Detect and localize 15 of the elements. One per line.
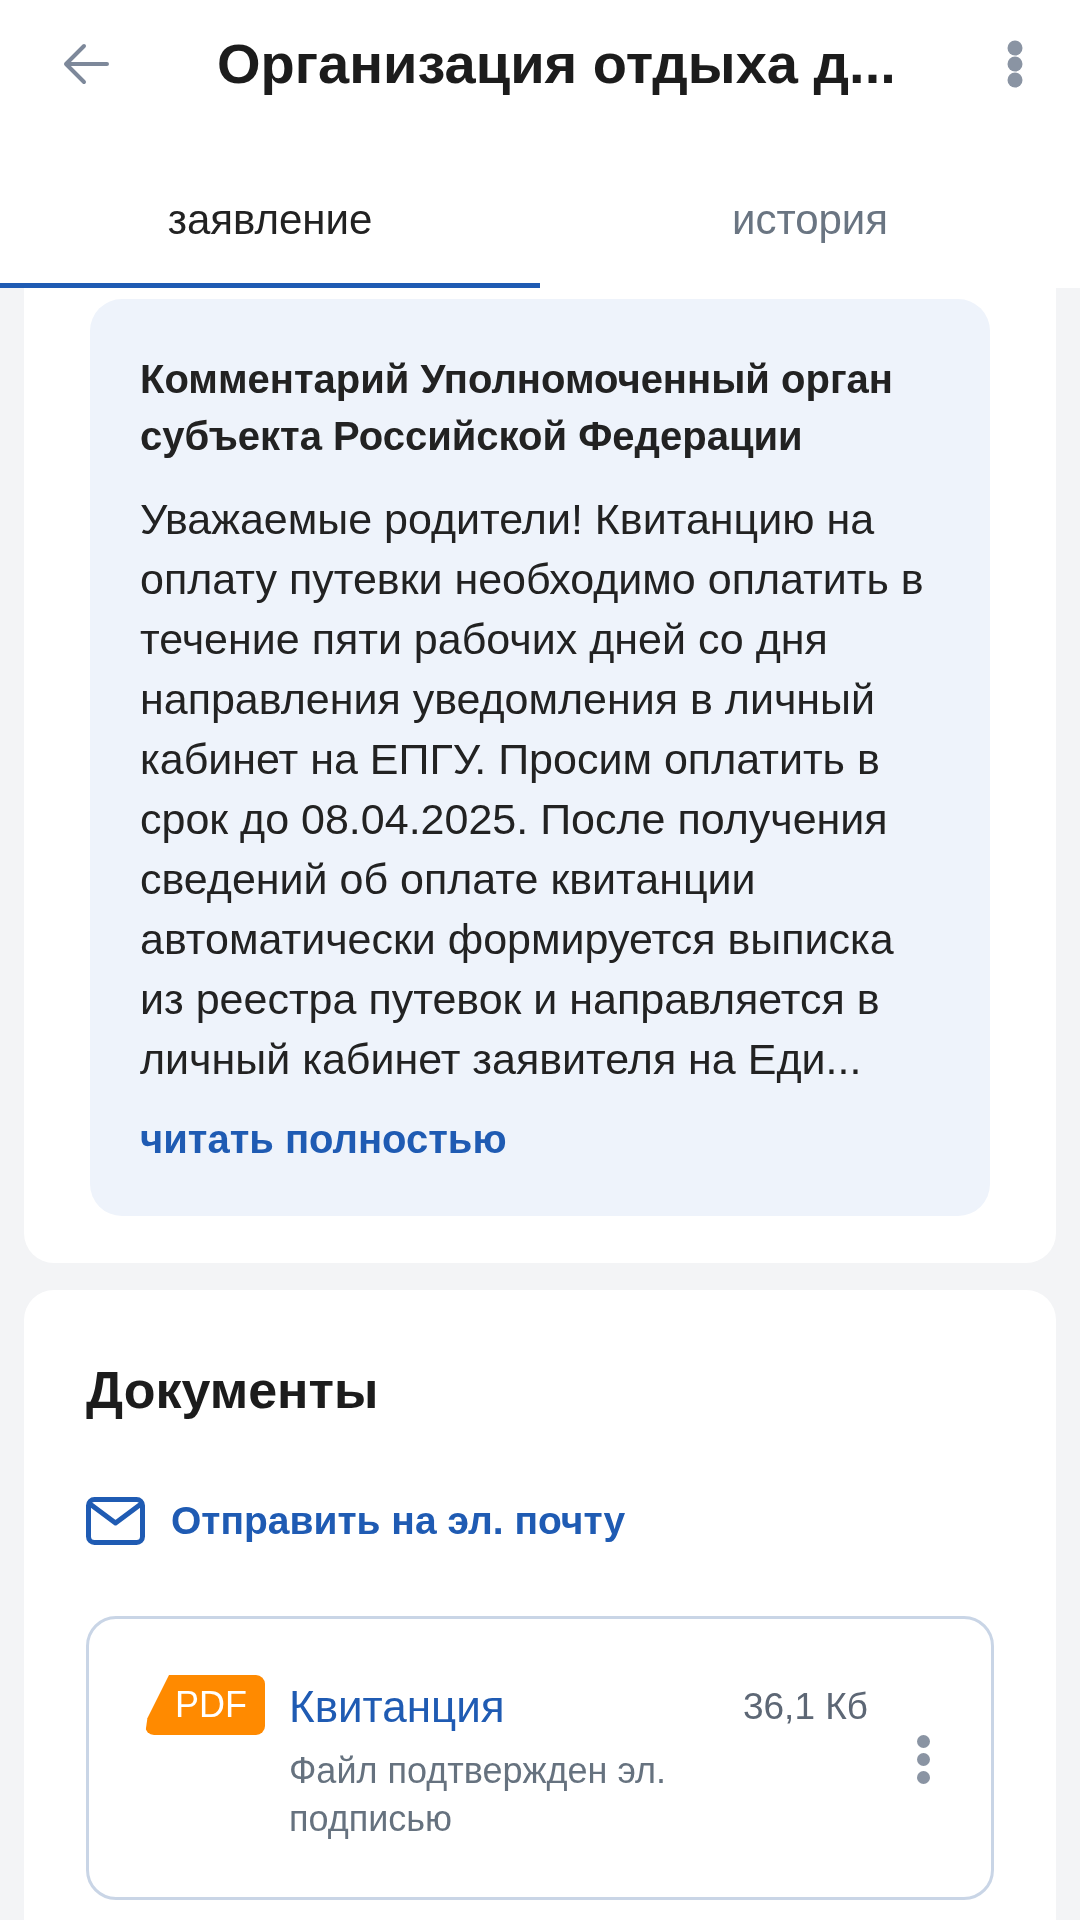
send-email-link[interactable]: Отправить на эл. почту <box>86 1492 626 1550</box>
file-type-tag: PDF <box>145 1675 265 1735</box>
comment-title: Комментарий Уполномоченный орган субъекта Российской Федерации <box>140 356 894 460</box>
file-size: 36,1 Кб <box>742 1685 868 1729</box>
envelope-icon <box>86 1497 145 1545</box>
tab[interactable]: история <box>540 128 1080 288</box>
more-options-icon[interactable] <box>1007 40 1023 88</box>
signature-note: Файл подтвержден эл. подписью <box>289 1749 668 1841</box>
comment-text: Уважаемые родители! Квитанцию на оплату путевки необходимо оплатить в течение пяти рабочих дней со дня направления уведомления в личный кабинет на ЕПГУ. Просим оплатить в срок до 08.04.2025. После получения сведений об оплате квитанции автоматически формируется выписка из реестра путевок и направляется в личный кабинет заявителя на Еди... <box>140 494 925 1085</box>
file-card[interactable]: PDF Квитанция Файл подтвержден эл. подписью 36,1 Кб <box>86 1616 994 1900</box>
read-more-link[interactable]: читать полностью <box>140 1111 507 1168</box>
page-title: Организация отдыха д... <box>217 31 896 97</box>
more-options-icon[interactable] <box>917 1734 930 1784</box>
documents-heading: Документы <box>86 1361 380 1419</box>
file-name-link[interactable]: Квитанция <box>289 1675 505 1739</box>
